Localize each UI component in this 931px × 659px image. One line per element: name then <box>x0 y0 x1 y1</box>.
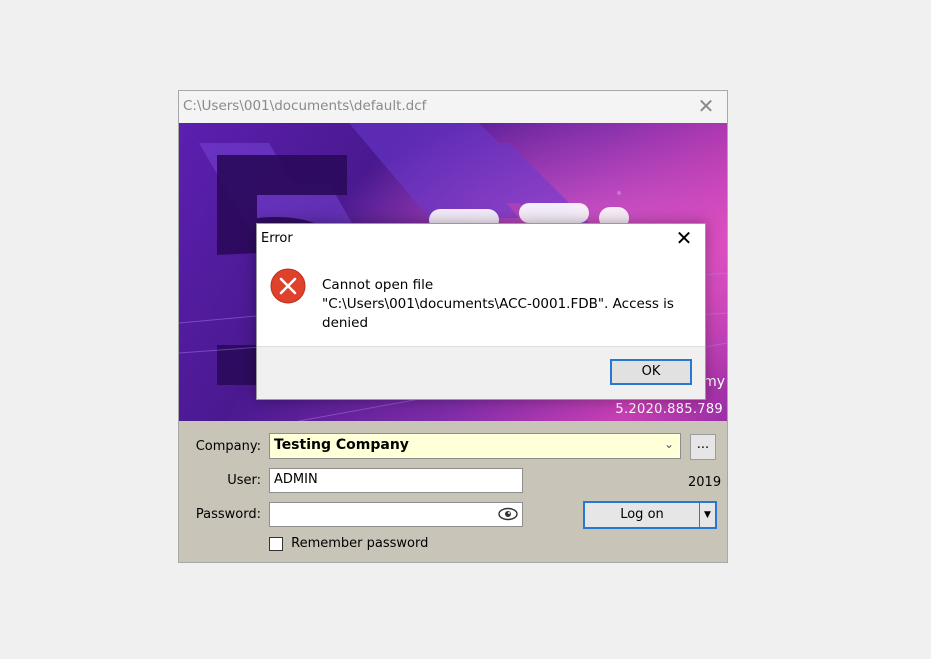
logon-button[interactable]: Log on ▼ <box>583 501 717 529</box>
user-label: User: <box>227 473 261 488</box>
error-dialog: Error ✕ Cannot open file "C:\Users\001\d… <box>256 223 706 400</box>
password-label: Password: <box>195 507 261 522</box>
ok-button[interactable]: OK <box>610 359 692 385</box>
window-title: C:\Users\001\documents\default.dcf <box>183 98 427 114</box>
error-message: Cannot open file "C:\Users\001\documents… <box>322 277 674 331</box>
company-label: Company: <box>195 439 261 454</box>
browse-company-button[interactable]: ... <box>690 434 716 460</box>
remember-password-label: Remember password <box>291 536 429 551</box>
dialog-title: Error <box>261 231 293 246</box>
dialog-close-icon[interactable]: ✕ <box>673 227 695 249</box>
logon-button-label[interactable]: Log on <box>585 503 699 527</box>
version-label: 5.2020.885.789 <box>615 402 723 417</box>
title-bar: C:\Users\001\documents\default.dcf ✕ <box>179 91 727 124</box>
checkbox-icon[interactable] <box>269 536 283 551</box>
company-select[interactable]: Testing Company ⌄ <box>269 433 681 459</box>
window-close-icon[interactable]: ✕ <box>695 95 717 117</box>
login-form: Company: Testing Company ⌄ ... User: ADM… <box>179 421 727 562</box>
password-input[interactable] <box>269 502 523 527</box>
year-label: 2019 <box>688 475 722 490</box>
dialog-footer: OK <box>257 346 705 399</box>
show-password-icon[interactable] <box>497 505 519 523</box>
product-name-fragment: my <box>703 374 725 390</box>
error-x-icon <box>270 268 306 304</box>
company-value: Testing Company <box>274 437 409 453</box>
remember-password-checkbox[interactable]: Remember password <box>269 536 428 554</box>
chevron-down-icon: ⌄ <box>663 437 674 451</box>
logon-dropdown-icon[interactable]: ▼ <box>699 503 715 527</box>
user-input[interactable]: ADMIN <box>269 468 523 493</box>
